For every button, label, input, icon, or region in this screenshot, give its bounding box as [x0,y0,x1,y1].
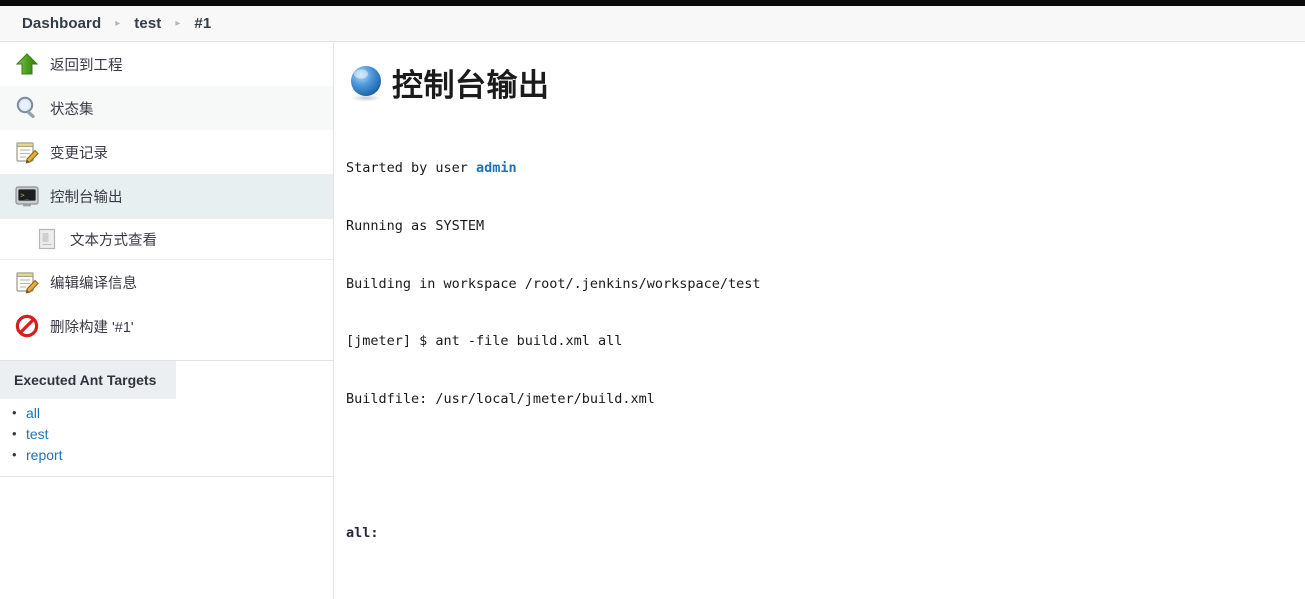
page-title: 控制台输出 [392,68,550,103]
sidebar: 返回到工程 状态集 变更记录 >_ 控制台输出 文本方式查看 编辑编译信息 删除… [0,42,334,599]
up-arrow-icon [14,51,40,77]
breadcrumb-separator-icon: ▸ [115,17,121,29]
started-by-prefix: Started by user [346,160,477,177]
ant-target-report[interactable]: report [26,447,63,463]
breadcrumb-item-test[interactable]: test [134,15,161,32]
body-wrapper: 返回到工程 状态集 变更记录 >_ 控制台输出 文本方式查看 编辑编译信息 删除… [0,42,1305,599]
breadcrumb-item-build[interactable]: #1 [194,15,211,32]
sidebar-item-label: 变更记录 [50,145,108,162]
notepad-pencil-icon [14,269,40,295]
sidebar-item-console-output[interactable]: >_ 控制台输出 [0,174,333,218]
svg-text:>_: >_ [20,192,29,200]
list-item: all [12,402,333,424]
console-line: Started by user admin [346,159,1305,178]
sidebar-item-edit-build-information[interactable]: 编辑编译信息 [0,260,333,304]
sidebar-item-changes[interactable]: 变更记录 [0,130,333,174]
sidebar-item-label: 删除构建 '#1' [50,319,134,336]
breadcrumb-separator-icon: ▸ [175,17,181,29]
notepad-pencil-icon [14,139,40,165]
console-output-text: Started by user admin Running as SYSTEM … [346,121,1305,599]
magnifier-icon [14,95,40,121]
jenkins-console-page: Dashboard ▸ test ▸ #1 返回到工程 状态集 变更记录 >_ … [0,0,1305,599]
list-item: test [12,423,333,445]
panel-body: all test report [0,399,333,477]
page-title-row: 控制台输出 [346,60,1305,105]
executed-ant-targets-panel: Executed Ant Targets all test report [0,360,333,477]
breadcrumb-item-dashboard[interactable]: Dashboard [22,15,101,32]
sidebar-item-label: 文本方式查看 [70,232,157,249]
ant-target-all[interactable]: all [26,405,40,421]
sidebar-item-view-as-plain-text[interactable]: 文本方式查看 [0,218,333,260]
sidebar-item-status[interactable]: 状态集 [0,86,333,130]
main-content: 控制台输出 Started by user admin Running as S… [334,42,1305,599]
user-link[interactable]: admin [476,160,517,176]
sidebar-item-label: 返回到工程 [50,57,123,74]
console-line: Building in workspace /root/.jenkins/wor… [346,275,761,292]
console-line: Buildfile: /usr/local/jmeter/build.xml [346,390,655,407]
terminal-icon: >_ [14,183,40,209]
panel-title: Executed Ant Targets [0,361,176,399]
breadcrumb: Dashboard ▸ test ▸ #1 [0,6,1305,42]
sidebar-item-label: 控制台输出 [50,189,123,206]
sidebar-item-delete-build[interactable]: 删除构建 '#1' [0,304,333,348]
document-icon [36,227,58,251]
console-line: [jmeter] $ ant -file build.xml all [346,333,623,350]
sidebar-item-label: 编辑编译信息 [50,275,137,292]
sidebar-item-back-to-project[interactable]: 返回到工程 [0,42,333,86]
list-item: report [12,444,333,466]
sidebar-item-label: 状态集 [50,101,94,118]
blue-ball-icon [346,63,386,103]
forbidden-icon [14,313,40,339]
ant-target-heading-all: all: [346,525,379,542]
console-line: Running as SYSTEM [346,218,485,235]
ant-target-test[interactable]: test [26,426,49,442]
